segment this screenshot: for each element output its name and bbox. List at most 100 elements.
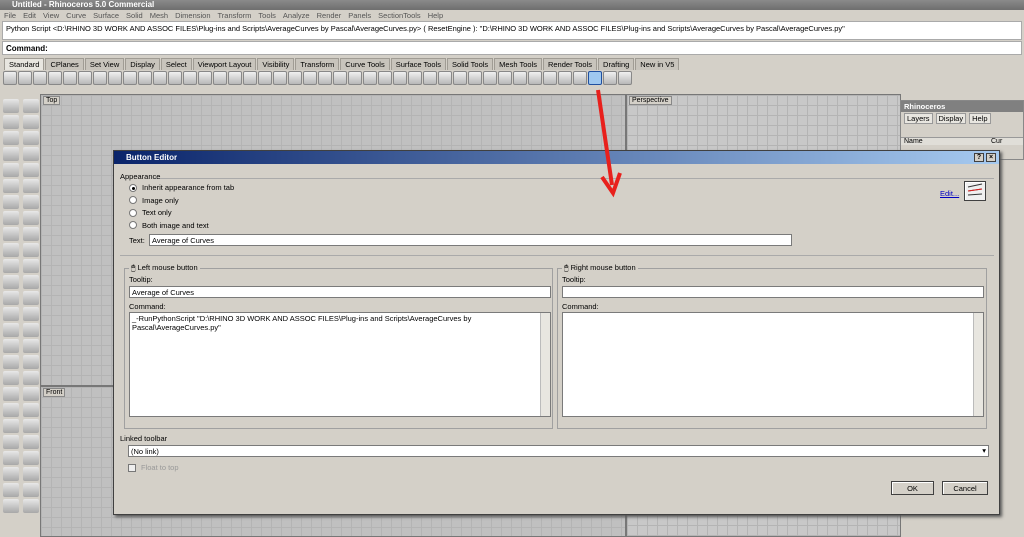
- toolbox-button[interactable]: [23, 435, 39, 449]
- viewport-label-front[interactable]: Front: [43, 388, 66, 397]
- toolbar-button[interactable]: [558, 71, 572, 85]
- toolbox-button[interactable]: [23, 467, 39, 481]
- toolbox-button[interactable]: [23, 99, 39, 113]
- toolbar-button[interactable]: [138, 71, 152, 85]
- menu-tools[interactable]: Tools: [258, 10, 276, 21]
- toolbar-button[interactable]: [423, 71, 437, 85]
- toolbar-button[interactable]: [198, 71, 212, 85]
- menu-dimension[interactable]: Dimension: [175, 10, 210, 21]
- right-command-field[interactable]: [562, 312, 984, 417]
- toolbox-button[interactable]: [3, 307, 19, 321]
- tab-render-tools[interactable]: Render Tools: [542, 58, 598, 70]
- toolbar-button[interactable]: [333, 71, 347, 85]
- right-tooltip-field[interactable]: [562, 286, 984, 298]
- toolbox-button[interactable]: [23, 339, 39, 353]
- toolbar-button[interactable]: [18, 71, 32, 85]
- toolbox-button[interactable]: [3, 195, 19, 209]
- toolbar-button[interactable]: [3, 71, 17, 85]
- toolbox-button[interactable]: [3, 419, 19, 433]
- toolbar-button[interactable]: [63, 71, 77, 85]
- menu-edit[interactable]: Edit: [23, 10, 36, 21]
- toolbox-button[interactable]: [23, 275, 39, 289]
- toolbox-button[interactable]: [3, 499, 19, 513]
- toolbox-button[interactable]: [23, 403, 39, 417]
- toolbox-button[interactable]: [3, 227, 19, 241]
- toolbox-button[interactable]: [3, 451, 19, 465]
- toolbox-button[interactable]: [23, 179, 39, 193]
- menu-view[interactable]: View: [43, 10, 59, 21]
- toolbar-button[interactable]: [543, 71, 557, 85]
- toolbox-button[interactable]: [3, 243, 19, 257]
- menu-render[interactable]: Render: [317, 10, 342, 21]
- toolbar-button[interactable]: [108, 71, 122, 85]
- toolbar-button[interactable]: [408, 71, 422, 85]
- radio-option[interactable]: Inherit appearance from tab: [129, 183, 234, 192]
- toolbar-button[interactable]: [468, 71, 482, 85]
- toolbar-button[interactable]: [168, 71, 182, 85]
- toolbar-button[interactable]: [513, 71, 527, 85]
- toolbar-button[interactable]: [378, 71, 392, 85]
- edit-link[interactable]: Edit...: [940, 189, 959, 198]
- toolbox-button[interactable]: [23, 371, 39, 385]
- average-curves-button[interactable]: [588, 71, 602, 85]
- toolbar-button[interactable]: [603, 71, 617, 85]
- toolbox-button[interactable]: [23, 147, 39, 161]
- toolbox-button[interactable]: [3, 323, 19, 337]
- toolbar-button[interactable]: [183, 71, 197, 85]
- tab-visibility[interactable]: Visibility: [257, 58, 295, 70]
- tab-standard[interactable]: Standard: [4, 58, 45, 70]
- tab-new-in-v5[interactable]: New in V5: [635, 58, 680, 70]
- toolbox-button[interactable]: [3, 147, 19, 161]
- toolbar-button[interactable]: [528, 71, 542, 85]
- viewport-label-top[interactable]: Top: [43, 96, 61, 105]
- tab-mesh-tools[interactable]: Mesh Tools: [494, 58, 542, 70]
- toolbox-button[interactable]: [3, 115, 19, 129]
- toolbox-button[interactable]: [23, 115, 39, 129]
- toolbar-button[interactable]: [153, 71, 167, 85]
- toolbar-button[interactable]: [573, 71, 587, 85]
- toolbar-button[interactable]: [243, 71, 257, 85]
- toolbox-button[interactable]: [23, 259, 39, 273]
- menu-analyze[interactable]: Analyze: [283, 10, 310, 21]
- toolbar-button[interactable]: [78, 71, 92, 85]
- toolbar-button[interactable]: [273, 71, 287, 85]
- toolbar-button[interactable]: [93, 71, 107, 85]
- column-name[interactable]: Name: [901, 138, 991, 145]
- toolbox-button[interactable]: [3, 291, 19, 305]
- toolbar-button[interactable]: [318, 71, 332, 85]
- float-to-top-checkbox[interactable]: Float to top: [128, 463, 179, 472]
- toolbar-button[interactable]: [618, 71, 632, 85]
- scrollbar[interactable]: [540, 313, 550, 416]
- radio-option[interactable]: Text only: [129, 208, 172, 217]
- toolbox-button[interactable]: [3, 435, 19, 449]
- viewport-label-perspective[interactable]: Perspective: [629, 96, 672, 105]
- left-command-field[interactable]: _-RunPythonScript "D:\RHINO 3D WORK AND …: [129, 312, 551, 417]
- toolbar-button[interactable]: [363, 71, 377, 85]
- tab-drafting[interactable]: Drafting: [598, 58, 635, 70]
- toolbox-button[interactable]: [23, 419, 39, 433]
- menu-panels[interactable]: Panels: [348, 10, 371, 21]
- menu-surface[interactable]: Surface: [93, 10, 119, 21]
- toolbar-button[interactable]: [258, 71, 272, 85]
- toolbox-button[interactable]: [3, 387, 19, 401]
- toolbox-button[interactable]: [23, 211, 39, 225]
- tab-cplanes[interactable]: CPlanes: [45, 58, 84, 70]
- radio-option[interactable]: Both image and text: [129, 221, 209, 230]
- toolbar-button[interactable]: [453, 71, 467, 85]
- menu-help[interactable]: Help: [428, 10, 443, 21]
- toolbox-button[interactable]: [3, 131, 19, 145]
- menu-curve[interactable]: Curve: [66, 10, 86, 21]
- toolbox-button[interactable]: [3, 403, 19, 417]
- menu-mesh[interactable]: Mesh: [150, 10, 168, 21]
- toolbox-button[interactable]: [3, 483, 19, 497]
- tab-help[interactable]: Help: [969, 113, 991, 124]
- toolbox-button[interactable]: [23, 355, 39, 369]
- toolbar-button[interactable]: [33, 71, 47, 85]
- toolbar-button[interactable]: [498, 71, 512, 85]
- ok-button[interactable]: OK: [891, 481, 934, 495]
- column-current[interactable]: Cur: [991, 138, 1002, 145]
- toolbar-button[interactable]: [438, 71, 452, 85]
- toolbar-button[interactable]: [483, 71, 497, 85]
- linked-toolbar-select[interactable]: (No link) ▾: [128, 445, 989, 457]
- toolbox-button[interactable]: [3, 259, 19, 273]
